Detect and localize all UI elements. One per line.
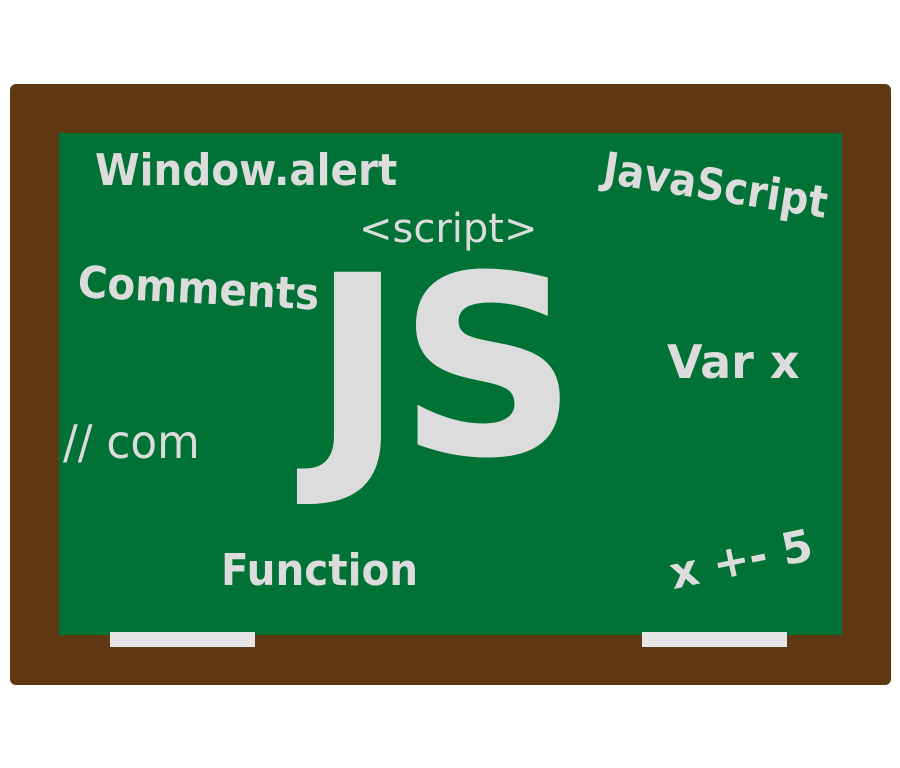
chalkboard-illustration: Window.alert <script> JavaScript Comment… — [0, 0, 900, 768]
word-javascript: JavaScript — [599, 143, 832, 229]
chalk-stick-left — [110, 632, 255, 647]
word-comments: Comments — [76, 257, 321, 321]
word-expression: x +- 5 — [665, 519, 818, 600]
chalkboard-surface: Window.alert <script> JavaScript Comment… — [59, 133, 842, 635]
word-comment-line: // com — [63, 415, 200, 469]
word-window-alert: Window.alert — [95, 145, 398, 196]
word-var-x: Var x — [667, 335, 800, 389]
chalk-stick-right — [642, 632, 787, 647]
word-function: Function — [221, 545, 419, 596]
js-logo-text: JS — [311, 222, 578, 513]
